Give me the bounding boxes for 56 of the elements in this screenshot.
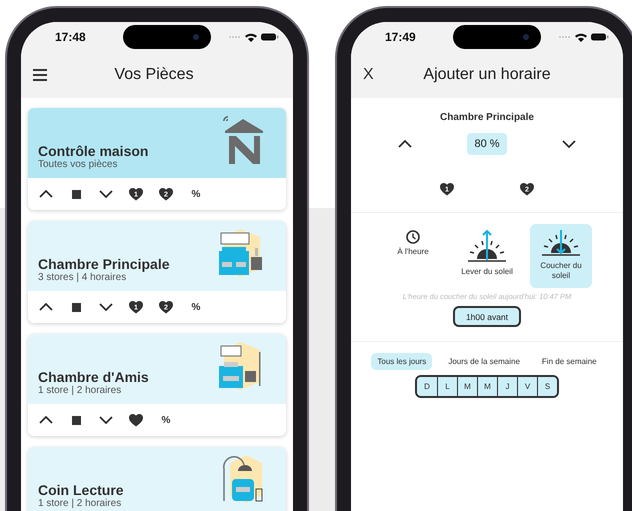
chevron-down-icon[interactable] (99, 303, 113, 311)
wifi-icon (245, 32, 257, 42)
day-toggle[interactable]: M (457, 377, 477, 396)
chevron-up-icon[interactable] (39, 303, 53, 311)
screen-title: Ajouter un horaire (422, 66, 552, 84)
menu-icon[interactable] (33, 69, 47, 81)
trigger-option[interactable]: Coucher du soleil (530, 224, 592, 288)
room-summary: Toutes vos pièces (38, 159, 118, 170)
day-toggle[interactable]: S (537, 377, 557, 396)
day-toggle[interactable]: L (437, 377, 457, 396)
status-time: 17:48 (54, 30, 87, 44)
room-name: Chambre Principale (38, 256, 170, 272)
day-preset-tab[interactable]: Tous les jours (371, 353, 432, 370)
trigger-option[interactable]: Lever du soleil (456, 224, 518, 288)
battery-icon (261, 33, 279, 41)
screen-title: Vos Pièces (113, 66, 195, 84)
sunset-icon (541, 230, 581, 258)
chevron-down-icon[interactable] (99, 416, 113, 424)
percent-button[interactable]: % (181, 302, 211, 312)
room-name: Chambre d'Amis (38, 369, 150, 385)
clock-icon (406, 230, 420, 244)
chevron-up-icon[interactable] (39, 190, 53, 198)
trigger-option[interactable]: À l'heure (382, 224, 444, 288)
bedroom-drawing (218, 229, 264, 277)
sunrise-icon (467, 230, 507, 264)
chevron-down-icon[interactable] (99, 190, 113, 198)
heart-icon[interactable] (129, 414, 143, 426)
stop-icon[interactable] (72, 302, 80, 312)
offset-button[interactable]: 1h00 avant (453, 306, 521, 327)
day-preset-tab[interactable]: Fin de semaine (536, 353, 603, 370)
close-button[interactable]: X (363, 66, 383, 84)
room-name: Coin Lecture (38, 482, 125, 498)
room-name: Chambre Principale (440, 112, 534, 123)
day-preset-tab[interactable]: Jours de la semaine (442, 353, 526, 370)
room-summary: 3 stores | 4 horaires (38, 272, 128, 283)
house-logo-icon (222, 116, 264, 164)
day-toggle[interactable]: M (477, 377, 497, 396)
room-summary: 1 store | 2 horaires (38, 385, 122, 396)
chevron-down-icon[interactable] (562, 140, 576, 148)
room-summary: 1 store | 2 horaires (38, 498, 122, 509)
room-card[interactable]: Chambre d'Amis 1 store | 2 horaires % (28, 334, 286, 436)
wifi-icon (575, 32, 587, 42)
chevron-up-icon[interactable] (39, 416, 53, 424)
day-toggle[interactable]: D (417, 377, 437, 396)
position-value[interactable]: 80 % (467, 133, 507, 155)
battery-icon (591, 33, 609, 41)
chevron-up-icon[interactable] (398, 140, 412, 148)
status-time: 17:49 (384, 30, 417, 44)
stop-icon[interactable] (72, 416, 80, 424)
day-toggle[interactable]: J (497, 377, 517, 396)
room-card[interactable]: Coin Lecture 1 store | 2 horaires (28, 447, 286, 511)
stop-icon[interactable] (72, 190, 80, 198)
room-name: Contrôle maison (38, 143, 150, 159)
percent-button[interactable]: % (181, 188, 211, 200)
day-toggle[interactable]: V (517, 377, 537, 396)
percent-button[interactable]: % (151, 414, 181, 426)
